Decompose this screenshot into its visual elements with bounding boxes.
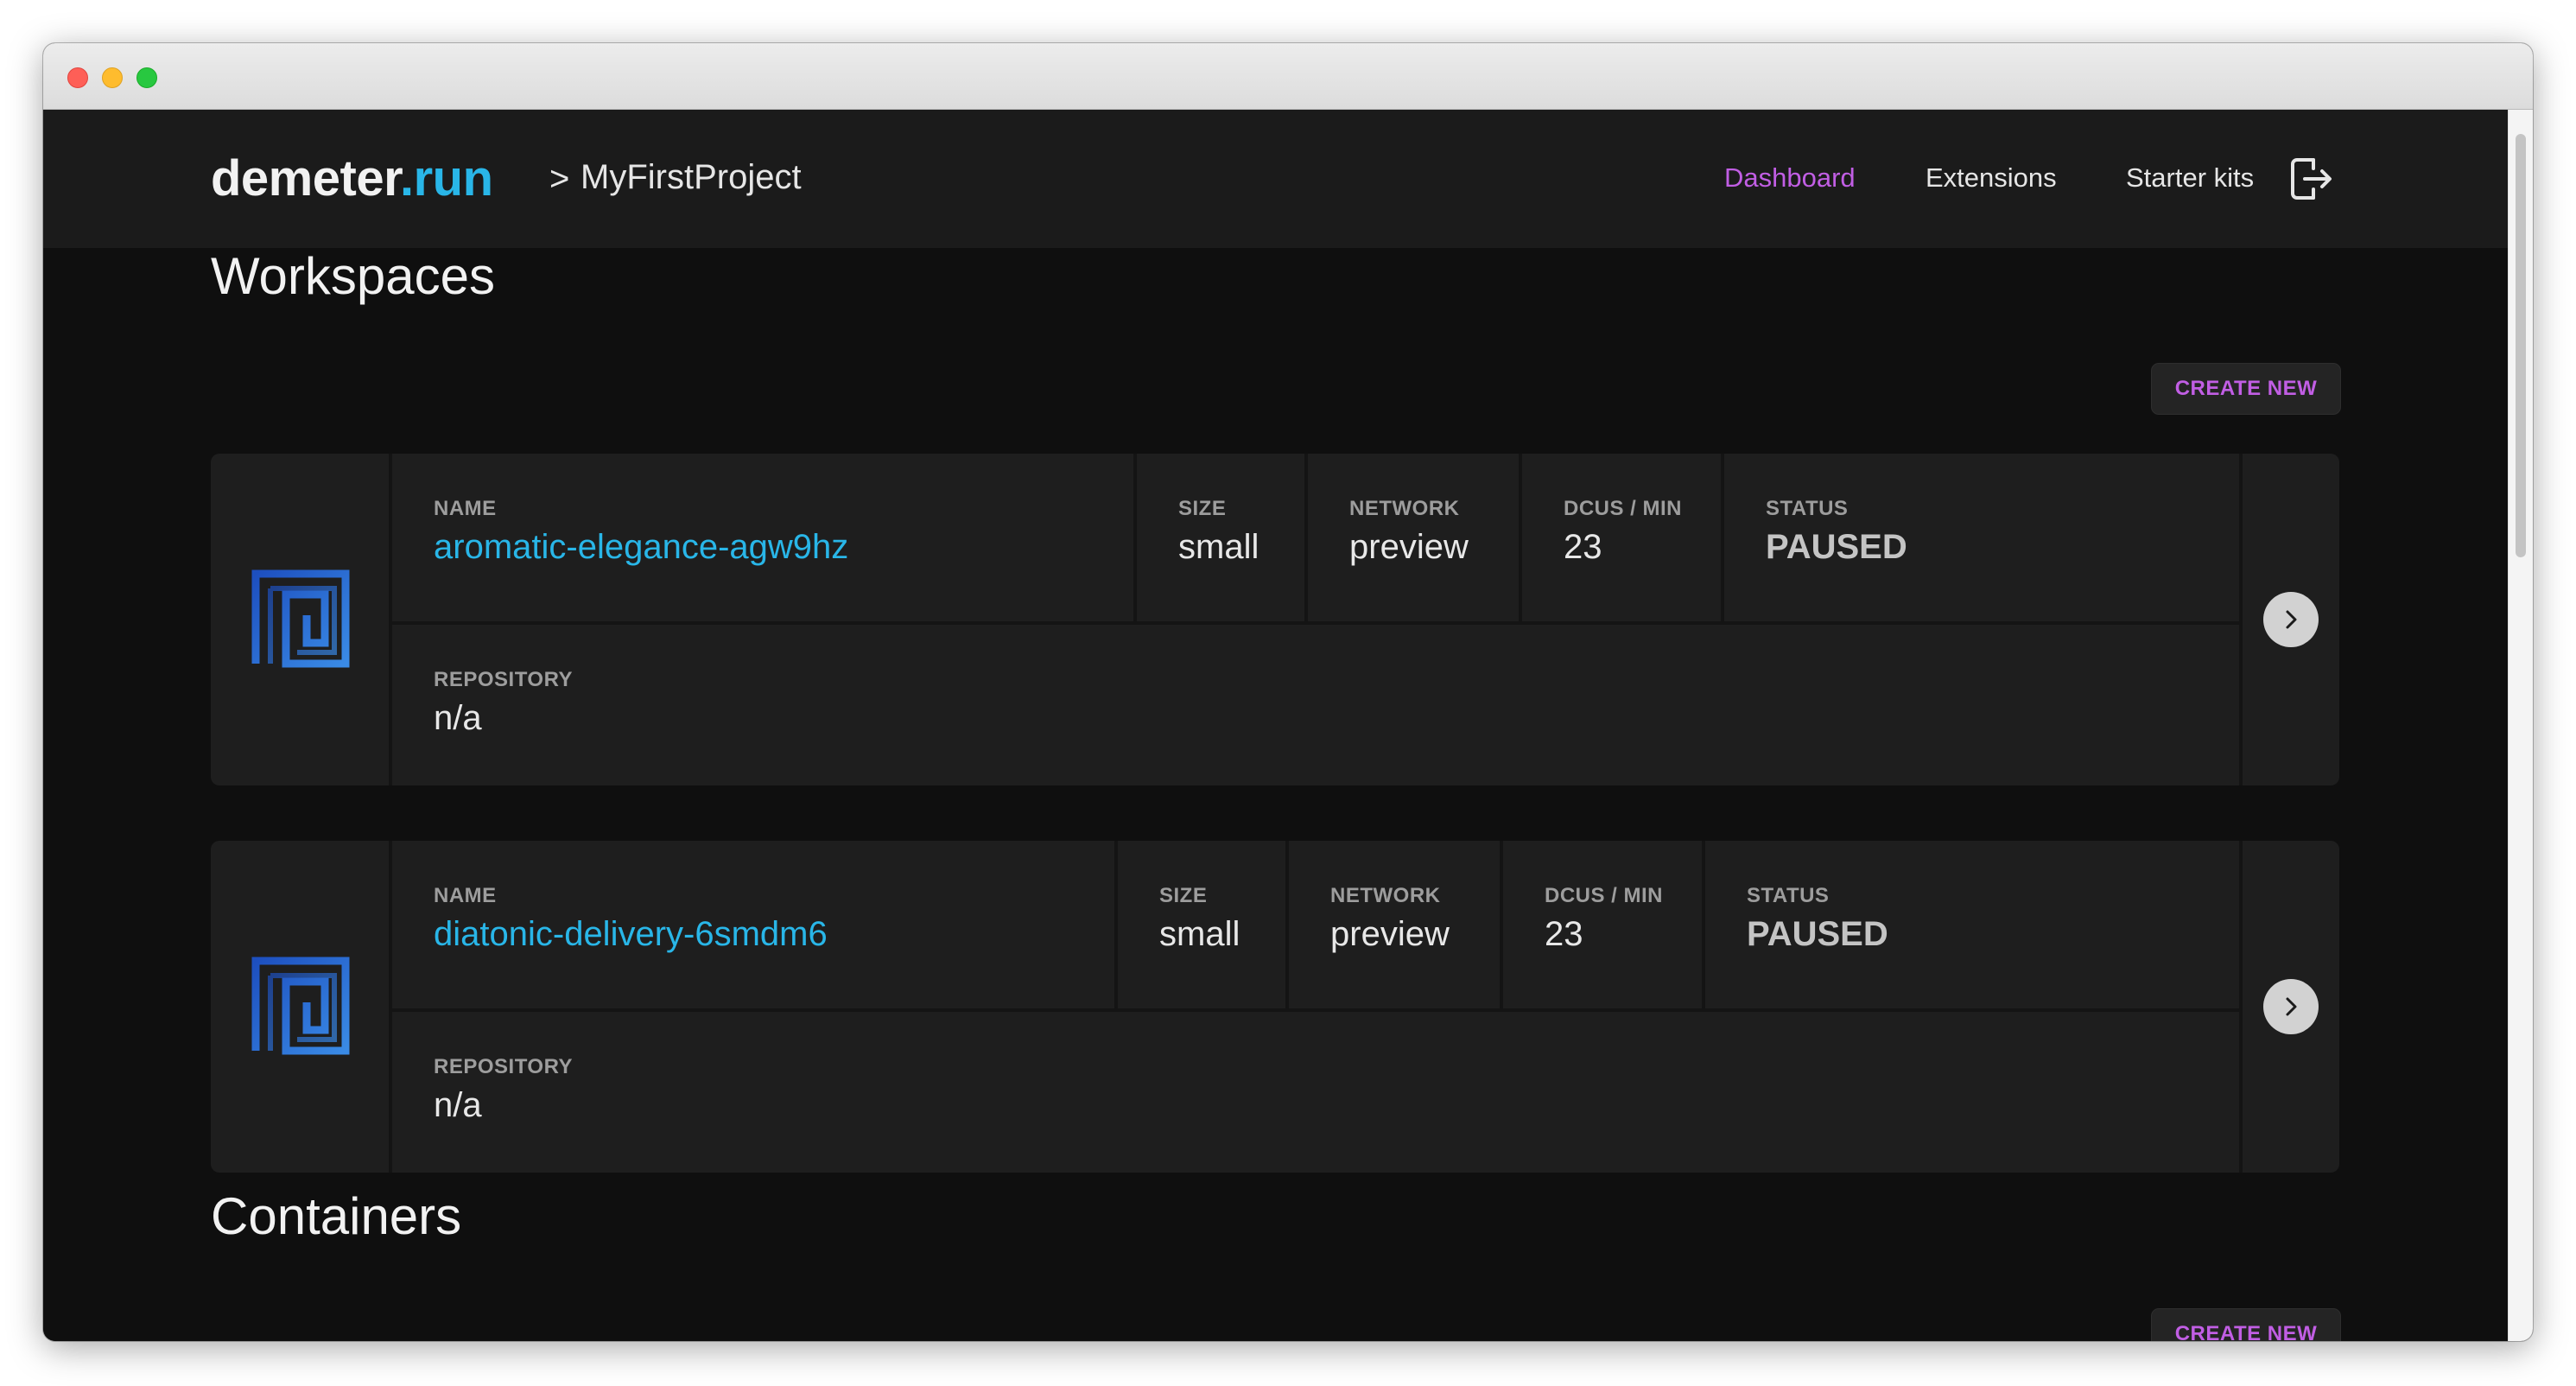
name-label: NAME (434, 497, 497, 520)
dcus-label: DCUS / MIN (1545, 884, 1663, 907)
brand-extension: .run (399, 150, 493, 207)
workspace-logo (211, 841, 389, 1173)
network-label: NETWORK (1349, 497, 1460, 520)
workspace-card: NAME aromatic-elegance-agw9hz SIZE small… (211, 454, 2339, 785)
status-label: STATUS (1747, 884, 1830, 907)
workspace-maze-icon (251, 957, 350, 1055)
size-label: SIZE (1159, 884, 1208, 907)
page-viewport: demeter.run > MyFirstProject Dashboard E… (43, 110, 2509, 1341)
containers-title: Containers (211, 1187, 462, 1245)
status-label: STATUS (1766, 497, 1849, 520)
maximize-window-button[interactable] (136, 67, 157, 88)
workspace-network-value: preview (1349, 528, 1469, 566)
nav-link-extensions[interactable]: Extensions (1926, 162, 2057, 194)
workspace-name-link[interactable]: aromatic-elegance-agw9hz (434, 528, 848, 567)
brand-name: demeter (211, 150, 400, 207)
workspace-size-value: small (1159, 915, 1240, 953)
workspaces-title: Workspaces (211, 247, 496, 305)
name-label: NAME (434, 884, 497, 907)
breadcrumb-separator: > (549, 160, 570, 198)
brand-logo[interactable]: demeter.run (211, 149, 493, 207)
vertical-scrollbar[interactable] (2508, 110, 2533, 1341)
breadcrumb-project[interactable]: MyFirstProject (581, 158, 802, 197)
workspace-dcus-value: 23 (1564, 528, 1602, 566)
browser-window: demeter.run > MyFirstProject Dashboard E… (43, 43, 2533, 1341)
minimize-window-button[interactable] (102, 67, 123, 88)
workspace-name-cell: NAME aromatic-elegance-agw9hz (392, 454, 1133, 621)
workspace-status-cell: STATUS PAUSED (1724, 454, 2239, 621)
network-label: NETWORK (1330, 884, 1441, 907)
repository-label: REPOSITORY (434, 1055, 574, 1078)
close-window-button[interactable] (67, 67, 88, 88)
chevron-right-icon (2286, 610, 2297, 629)
logout-icon[interactable] (2289, 155, 2334, 203)
workspace-size-cell: SIZE small (1137, 454, 1304, 621)
workspace-card: NAME diatonic-delivery-6smdm6 SIZE small… (211, 841, 2339, 1173)
workspace-dcus-cell: DCUS / MIN 23 (1503, 841, 1702, 1008)
workspace-repository-cell: REPOSITORY n/a (392, 625, 2239, 785)
workspace-status-value: PAUSED (1766, 528, 1907, 566)
workspace-logo (211, 454, 389, 785)
size-label: SIZE (1178, 497, 1227, 520)
workspace-repository-value: n/a (434, 1086, 482, 1124)
nav-link-starter-kits[interactable]: Starter kits (2126, 162, 2254, 194)
top-navbar: demeter.run > MyFirstProject Dashboard E… (43, 110, 2509, 248)
nav-link-dashboard[interactable]: Dashboard (1724, 162, 1856, 194)
workspace-size-value: small (1178, 528, 1259, 566)
create-container-button[interactable]: CREATE NEW (2151, 1308, 2341, 1341)
repository-label: REPOSITORY (434, 668, 574, 691)
workspace-status-value: PAUSED (1747, 915, 1888, 953)
workspace-network-value: preview (1330, 915, 1450, 953)
open-workspace-button[interactable] (2263, 592, 2319, 647)
workspace-open-cell (2243, 454, 2339, 785)
workspace-dcus-cell: DCUS / MIN 23 (1522, 454, 1721, 621)
scrollbar-thumb[interactable] (2516, 134, 2526, 557)
workspace-open-cell (2243, 841, 2339, 1173)
workspace-repository-cell: REPOSITORY n/a (392, 1012, 2239, 1173)
workspace-repository-value: n/a (434, 699, 482, 737)
workspace-name-cell: NAME diatonic-delivery-6smdm6 (392, 841, 1114, 1008)
workspace-network-cell: NETWORK preview (1289, 841, 1500, 1008)
workspace-maze-icon (251, 569, 350, 668)
workspace-dcus-value: 23 (1545, 915, 1583, 953)
workspace-network-cell: NETWORK preview (1308, 454, 1519, 621)
dcus-label: DCUS / MIN (1564, 497, 1682, 520)
workspace-name-link[interactable]: diatonic-delivery-6smdm6 (434, 915, 828, 954)
workspace-status-cell: STATUS PAUSED (1705, 841, 2239, 1008)
chevron-right-icon (2286, 997, 2297, 1016)
create-workspace-button[interactable]: CREATE NEW (2151, 363, 2341, 415)
open-workspace-button[interactable] (2263, 979, 2319, 1034)
window-titlebar (43, 43, 2533, 110)
workspace-size-cell: SIZE small (1118, 841, 1285, 1008)
